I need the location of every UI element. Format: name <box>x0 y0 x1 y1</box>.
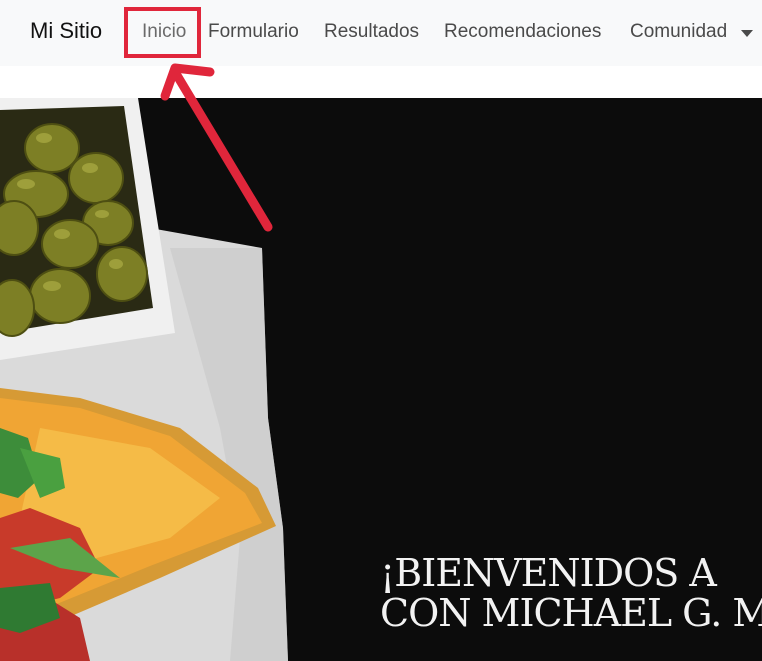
dropdown-caret-icon[interactable] <box>741 30 753 37</box>
brand-link[interactable]: Mi Sitio <box>30 18 102 44</box>
hero-title: ¡BIENVENIDOS A CON MICHAEL G. M <box>380 553 762 633</box>
arrow-head-icon <box>160 63 215 101</box>
hero-title-line-1: ¡BIENVENIDOS A <box>380 551 717 595</box>
hero-title-line-2: CON MICHAEL G. M <box>380 591 762 635</box>
hero-banner: ¡BIENVENIDOS A CON MICHAEL G. M <box>0 98 762 661</box>
top-navbar: Mi Sitio Inicio Formulario Resultados Re… <box>0 0 762 66</box>
nav-item-formulario[interactable]: Formulario <box>208 21 299 43</box>
nav-item-recomendaciones[interactable]: Recomendaciones <box>444 21 601 43</box>
nav-item-inicio[interactable]: Inicio <box>142 21 186 43</box>
nav-item-comunidad-dropdown[interactable]: Comunidad <box>630 21 727 43</box>
nav-item-resultados[interactable]: Resultados <box>324 21 419 43</box>
